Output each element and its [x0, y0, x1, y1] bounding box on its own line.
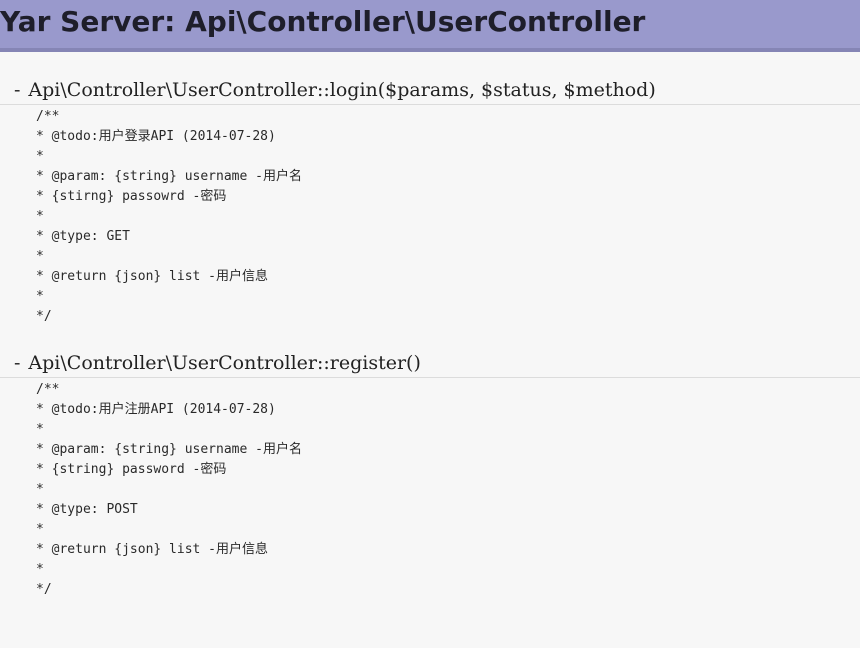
doc-line: * @todo:用户注册API (2014-07-28): [36, 402, 276, 417]
doc-line: * {string} password -密码: [36, 462, 227, 477]
doc-line: *: [36, 149, 44, 164]
page-title: Yar Server: Api\Controller\UserControlle…: [0, 5, 646, 38]
doc-line: *: [36, 522, 44, 537]
doc-line: */: [36, 309, 52, 324]
doc-line: * @return {json} list -用户信息: [36, 542, 269, 557]
method-doc-comment: /** * @todo:用户登录API (2014-07-28) * * @pa…: [0, 105, 860, 327]
doc-line: *: [36, 289, 44, 304]
doc-line: * @return {json} list -用户信息: [36, 269, 269, 284]
doc-line: *: [36, 249, 44, 264]
doc-line: * @param: {string} username -用户名: [36, 442, 302, 457]
doc-line: /**: [36, 382, 60, 397]
method-signature[interactable]: - Api\Controller\UserController::login($p…: [0, 76, 860, 105]
doc-line: * @todo:用户登录API (2014-07-28): [36, 129, 276, 144]
methods-list: - Api\Controller\UserController::login($p…: [0, 52, 860, 600]
method-signature-text: Api\Controller\UserController::login($pa…: [28, 79, 656, 101]
method-register: - Api\Controller\UserController::register…: [0, 349, 860, 600]
doc-line: *: [36, 482, 44, 497]
collapse-dash-icon: -: [14, 352, 21, 374]
doc-line: * @param: {string} username -用户名: [36, 169, 302, 184]
doc-line: * @type: GET: [36, 229, 130, 244]
doc-line: * {stirng} passowrd -密码: [36, 189, 227, 204]
page-header: Yar Server: Api\Controller\UserControlle…: [0, 0, 860, 52]
collapse-dash-icon: -: [14, 79, 21, 101]
method-login: - Api\Controller\UserController::login($p…: [0, 76, 860, 327]
doc-line: *: [36, 422, 44, 437]
method-signature-text: Api\Controller\UserController::register(…: [28, 352, 421, 374]
method-signature[interactable]: - Api\Controller\UserController::register…: [0, 349, 860, 378]
doc-line: *: [36, 209, 44, 224]
doc-line: */: [36, 582, 52, 597]
doc-line: *: [36, 562, 44, 577]
doc-line: /**: [36, 109, 60, 124]
doc-line: * @type: POST: [36, 502, 138, 517]
method-doc-comment: /** * @todo:用户注册API (2014-07-28) * * @pa…: [0, 378, 860, 600]
